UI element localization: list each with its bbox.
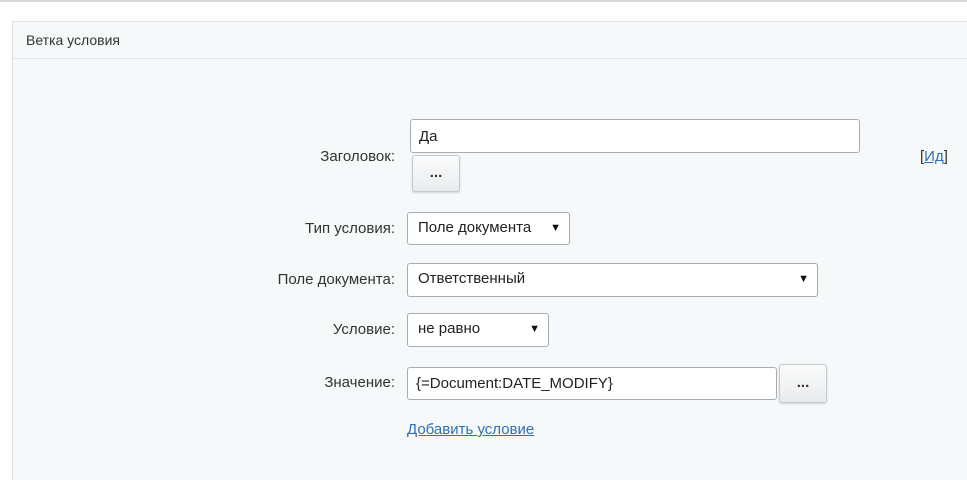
- condition-label: Условие:: [332, 321, 395, 338]
- panel-header: Ветка условия: [13, 22, 967, 59]
- title-input[interactable]: [410, 119, 860, 153]
- top-border: [0, 0, 967, 2]
- triangle-down-icon: ▼: [550, 222, 561, 234]
- value-label: Значение:: [324, 374, 395, 391]
- condition-select[interactable]: не равно ▼: [407, 313, 549, 347]
- condition-type-value: Поле документа: [418, 219, 532, 236]
- value-insert-button[interactable]: ...: [779, 364, 827, 403]
- title-label: Заголовок:: [320, 148, 395, 165]
- value-input[interactable]: [407, 367, 777, 400]
- condition-type-select[interactable]: Поле документа ▼: [407, 212, 570, 245]
- id-link-group: [Ид]: [920, 148, 948, 165]
- triangle-down-icon: ▼: [798, 273, 809, 285]
- document-field-value: Ответственный: [418, 270, 526, 287]
- title-insert-button[interactable]: ...: [412, 155, 460, 192]
- add-condition-link[interactable]: Добавить условие: [407, 421, 534, 438]
- document-field-select[interactable]: Ответственный ▼: [407, 263, 818, 297]
- panel-title: Ветка условия: [26, 32, 120, 48]
- document-field-label: Поле документа:: [277, 271, 395, 288]
- condition-branch-panel: Ветка условия: [12, 21, 967, 480]
- id-bracket-close: ]: [943, 148, 948, 165]
- id-link[interactable]: Ид: [924, 148, 944, 165]
- left-gutter: [0, 2, 12, 480]
- condition-value: не равно: [418, 320, 481, 337]
- condition-type-label: Тип условия:: [305, 220, 395, 237]
- triangle-down-icon: ▼: [529, 323, 540, 335]
